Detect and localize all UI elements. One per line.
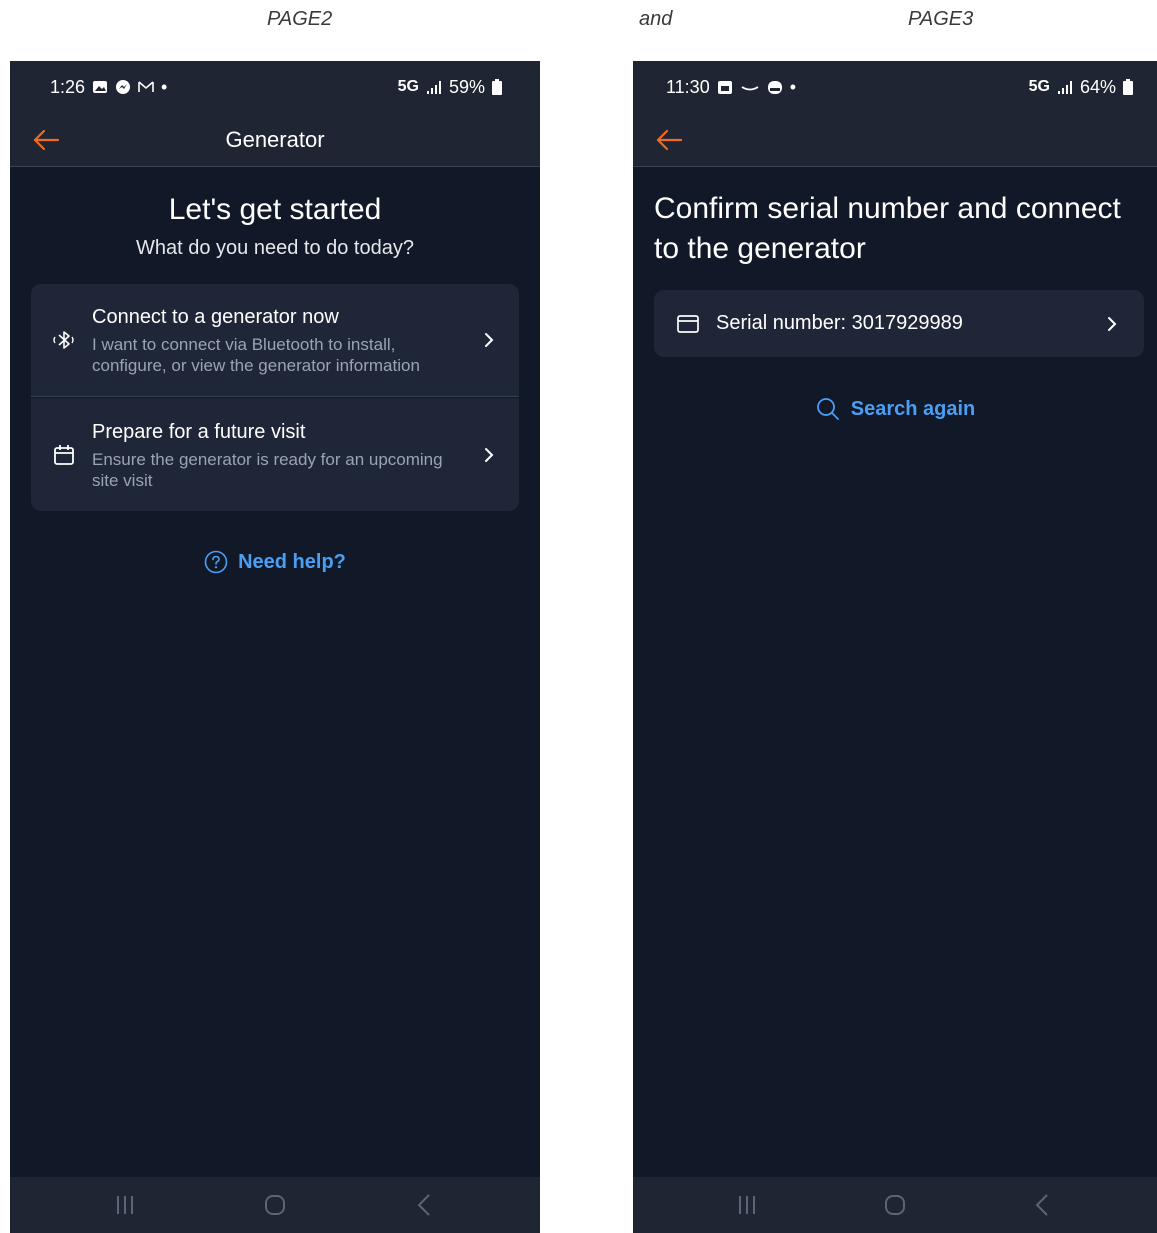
- caption-page2: PAGE2: [267, 8, 333, 30]
- chevron-left-icon: [417, 1194, 430, 1216]
- calendar-icon: [54, 444, 74, 465]
- back-button[interactable]: [30, 125, 62, 155]
- option-description: Ensure the generator is ready for an upc…: [92, 449, 443, 490]
- system-back-button[interactable]: [1023, 1185, 1063, 1225]
- status-time: 11:30: [666, 76, 710, 97]
- phone-screen-page3: 11:30 • 5G 64% Confirm serial number and…: [633, 61, 1157, 1233]
- signal-icon: [426, 81, 441, 94]
- recent-apps-icon: [117, 1196, 133, 1214]
- system-nav-bar: [10, 1177, 540, 1233]
- serial-number-item[interactable]: Serial number: 3017929989: [654, 290, 1144, 357]
- recent-apps-icon: [739, 1196, 755, 1214]
- status-time: 1:26: [50, 76, 86, 97]
- arrow-left-icon: [656, 129, 683, 151]
- chevron-left-icon: [1035, 1194, 1048, 1216]
- recent-apps-button[interactable]: [727, 1185, 767, 1225]
- confirm-heading: Confirm serial number and connect to the…: [654, 192, 1121, 265]
- welcome-heading: Let's get started: [168, 193, 382, 226]
- amazon-icon: [741, 86, 759, 91]
- option-description: I want to connect via Bluetooth to insta…: [92, 335, 420, 375]
- gmail-icon: [138, 81, 154, 92]
- system-back-button[interactable]: [405, 1185, 445, 1225]
- battery-icon: [1123, 79, 1133, 95]
- generator-icon: [677, 314, 699, 333]
- future-visit-option[interactable]: Prepare for a future visit Ensure the ge…: [31, 398, 519, 511]
- battery-icon: [492, 79, 502, 95]
- messenger-icon: [116, 80, 131, 94]
- need-help-link[interactable]: Need help?: [10, 550, 540, 574]
- system-nav-bar: [633, 1177, 1157, 1233]
- back-button[interactable]: [653, 125, 685, 155]
- chat-icon: [767, 81, 782, 94]
- recent-apps-button[interactable]: [105, 1185, 145, 1225]
- signal-icon: [1057, 81, 1072, 94]
- status-dot: •: [161, 76, 168, 97]
- chevron-right-icon: [1108, 316, 1117, 331]
- home-icon: [885, 1195, 905, 1215]
- home-icon: [265, 1195, 285, 1215]
- chevron-right-icon: [485, 333, 494, 347]
- option-title: Prepare for a future visit: [92, 420, 306, 443]
- serial-number-label: Serial number: 3017929989: [716, 312, 963, 334]
- caption-page3: PAGE3: [908, 8, 974, 30]
- search-icon: [816, 398, 839, 420]
- chevron-right-icon: [485, 447, 494, 462]
- network-label: 5G: [1028, 78, 1050, 95]
- calendar-notification-icon: [717, 81, 732, 94]
- gallery-icon: [93, 81, 108, 93]
- network-label: 5G: [397, 78, 419, 95]
- page-title: Generator: [225, 126, 325, 152]
- connect-now-option[interactable]: Connect to a generator now I want to con…: [31, 284, 519, 397]
- search-again-label: Search again: [850, 397, 976, 420]
- bluetooth-icon: [53, 331, 74, 349]
- home-button[interactable]: [255, 1185, 295, 1225]
- app-header: [633, 113, 1157, 167]
- status-bar: 1:26 • 5G 59%: [10, 61, 540, 113]
- app-header: Generator: [10, 113, 540, 167]
- status-bar: 11:30 • 5G 64%: [633, 61, 1157, 113]
- status-dot: •: [789, 76, 797, 97]
- search-again-button[interactable]: Search again: [633, 396, 1157, 422]
- welcome-subheading: What do you need to do today?: [136, 237, 414, 259]
- need-help-label: Need help?: [238, 550, 346, 573]
- caption-and: and: [639, 8, 673, 30]
- phone-screen-page2: 1:26 • 5G 59% Generator Let's get starte…: [10, 61, 540, 1233]
- help-circle-icon: [204, 550, 228, 574]
- option-title: Connect to a generator now: [92, 306, 339, 328]
- arrow-left-icon: [33, 129, 60, 151]
- battery-percent: 64%: [1079, 76, 1116, 97]
- home-button[interactable]: [875, 1185, 915, 1225]
- battery-percent: 59%: [448, 76, 485, 97]
